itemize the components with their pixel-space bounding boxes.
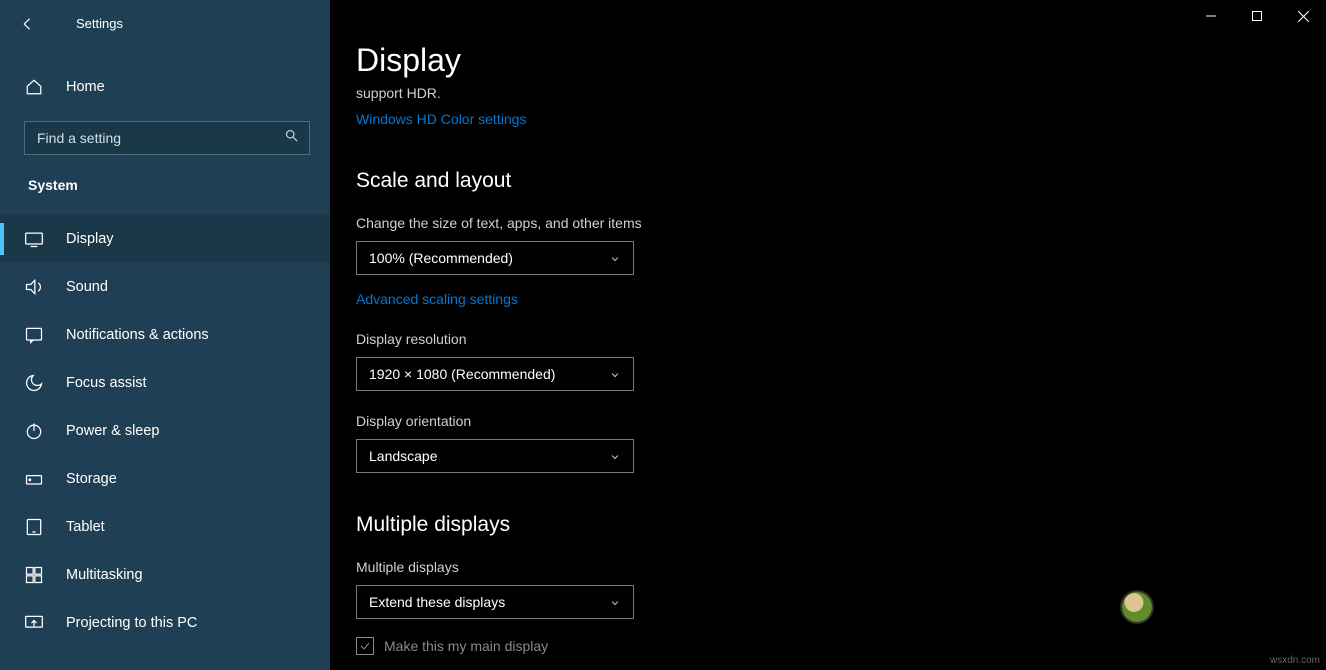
main-display-checkbox[interactable] [356,637,374,655]
app-title: Settings [76,16,123,31]
sidebar-item-sound[interactable]: Sound [0,263,330,311]
sidebar-nav: Display Sound Notifications & actions Fo… [0,215,330,647]
display-icon [24,229,44,249]
power-icon [24,421,44,441]
scale-label: Change the size of text, apps, and other… [356,215,1036,231]
chevron-down-icon [609,368,621,380]
chevron-down-icon [609,450,621,462]
orientation-dropdown[interactable]: Landscape [356,439,634,473]
section-multiple-title: Multiple displays [356,513,1036,537]
storage-icon [24,469,44,489]
search-input[interactable] [35,129,284,147]
tablet-icon [24,517,44,537]
main-panel: Display support HDR. Windows HD Color se… [330,0,1326,670]
hdr-settings-link[interactable]: Windows HD Color settings [356,111,526,127]
back-button[interactable] [8,4,48,44]
chevron-down-icon [609,596,621,608]
resolution-label: Display resolution [356,331,1036,347]
section-scale-title: Scale and layout [356,169,1036,193]
sidebar-item-power[interactable]: Power & sleep [0,407,330,455]
sidebar-item-notifications[interactable]: Notifications & actions [0,311,330,359]
projecting-icon [24,613,44,633]
sidebar-item-tablet[interactable]: Tablet [0,503,330,551]
orientation-label: Display orientation [356,413,1036,429]
main-display-checkbox-label: Make this my main display [384,638,548,654]
sidebar-item-multitasking[interactable]: Multitasking [0,551,330,599]
search-box[interactable] [24,121,310,155]
scale-dropdown[interactable]: 100% (Recommended) [356,241,634,275]
sidebar-home[interactable]: Home [0,67,330,107]
sidebar-item-projecting[interactable]: Projecting to this PC [0,599,330,647]
focus-icon [24,373,44,393]
scale-value: 100% (Recommended) [369,250,513,266]
sidebar-item-label: Display [66,231,114,247]
orientation-value: Landscape [369,448,438,464]
sidebar-item-label: Notifications & actions [66,327,209,343]
multitasking-icon [24,565,44,585]
multiple-displays-dropdown[interactable]: Extend these displays [356,585,634,619]
minimize-button[interactable] [1188,0,1234,32]
hdr-description: support HDR. [356,85,1036,101]
sound-icon [24,277,44,297]
sidebar-item-label: Tablet [66,519,105,535]
multiple-label: Multiple displays [356,559,1036,575]
multiple-value: Extend these displays [369,594,505,610]
sidebar-item-label: Power & sleep [66,423,160,439]
chevron-down-icon [609,252,621,264]
resolution-value: 1920 × 1080 (Recommended) [369,366,555,382]
sidebar-item-label: Storage [66,471,117,487]
sidebar: Settings Home System Display [0,0,330,670]
sidebar-item-label: Projecting to this PC [66,615,197,631]
home-icon [24,77,44,97]
watermark: wsxdn.com [1270,655,1320,666]
advanced-scaling-link[interactable]: Advanced scaling settings [356,291,518,307]
avatar [1122,592,1152,622]
main-display-checkbox-row: Make this my main display [356,637,1036,655]
notifications-icon [24,325,44,345]
sidebar-item-display[interactable]: Display [0,215,330,263]
sidebar-category: System [0,155,330,203]
sidebar-item-label: Sound [66,279,108,295]
search-icon [284,128,299,148]
sidebar-item-label: Multitasking [66,567,143,583]
sidebar-item-label: Focus assist [66,375,147,391]
close-button[interactable] [1280,0,1326,32]
maximize-button[interactable] [1234,0,1280,32]
home-label: Home [66,79,105,95]
sidebar-item-focus[interactable]: Focus assist [0,359,330,407]
resolution-dropdown[interactable]: 1920 × 1080 (Recommended) [356,357,634,391]
sidebar-item-storage[interactable]: Storage [0,455,330,503]
page-title: Display [356,42,1036,79]
